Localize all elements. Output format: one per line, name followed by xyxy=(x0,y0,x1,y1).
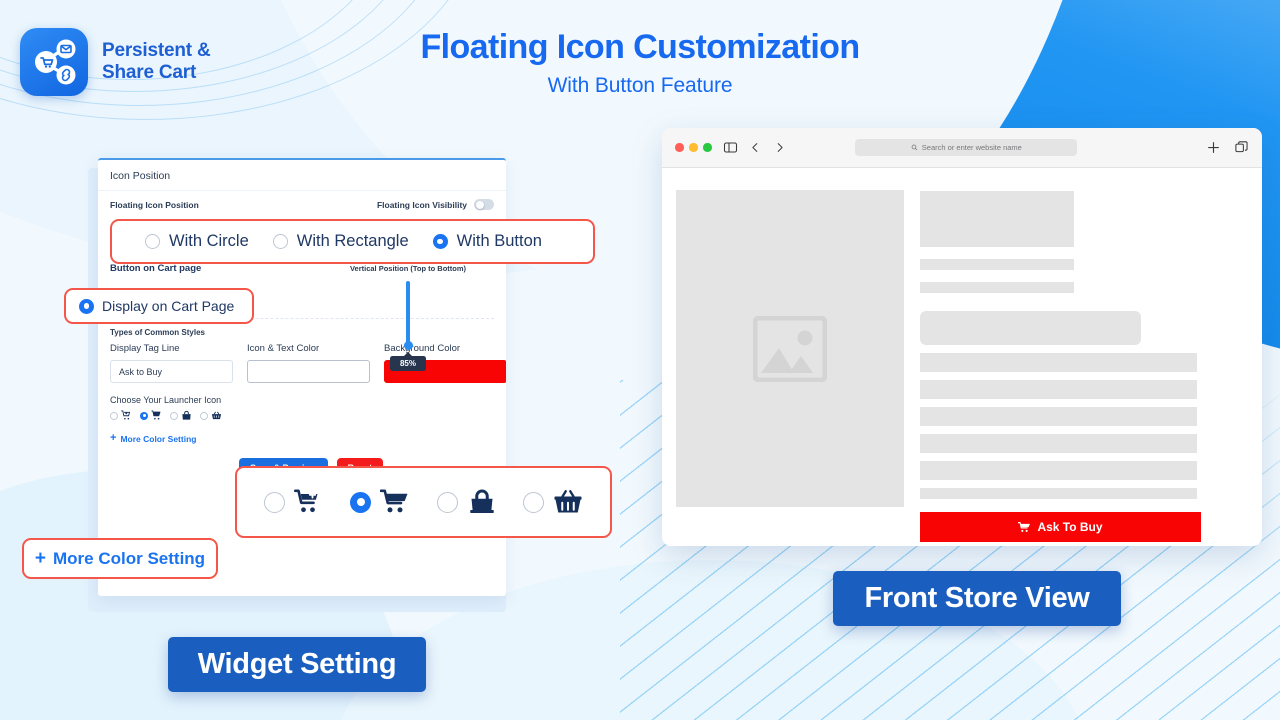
back-arrow-icon[interactable] xyxy=(749,141,762,154)
shopping-basket-icon xyxy=(554,490,582,513)
product-detail-placeholders: Ask To Buy xyxy=(920,190,1242,542)
more-color-setting-highlight[interactable]: + More Color Setting xyxy=(22,538,218,579)
ask-to-buy-button[interactable]: Ask To Buy xyxy=(920,512,1201,542)
option-with-rectangle[interactable]: With Rectangle xyxy=(272,232,409,251)
radio-launcher-bag[interactable] xyxy=(436,491,458,513)
product-image-placeholder xyxy=(676,190,904,507)
shopping-bag-icon xyxy=(182,410,191,420)
ask-to-buy-label: Ask To Buy xyxy=(1037,520,1103,534)
window-traffic-lights xyxy=(675,143,712,152)
store-page-content: Ask To Buy xyxy=(662,168,1262,542)
maximize-window-button[interactable] xyxy=(703,143,712,152)
front-store-view-callout: Front Store View xyxy=(833,571,1121,626)
vertical-position-slider[interactable]: Vertical Position (Top to Bottom) 85% xyxy=(313,264,503,371)
tab-overview-icon[interactable] xyxy=(1234,140,1249,155)
radio-cart-plus[interactable] xyxy=(110,411,118,420)
address-bar-placeholder: Search or enter website name xyxy=(921,143,1022,152)
option-with-circle[interactable]: With Circle xyxy=(145,232,249,251)
radio-with-rectangle[interactable] xyxy=(272,234,288,249)
plus-icon: + xyxy=(110,432,117,444)
product-description-placeholder xyxy=(920,488,1197,499)
front-store-browser-mockup: Search or enter website name Ask To Buy xyxy=(662,128,1262,546)
radio-launcher-cart-plus[interactable] xyxy=(264,491,286,513)
radio-launcher-cart[interactable] xyxy=(350,491,372,513)
product-meta-placeholder xyxy=(920,282,1074,293)
position-header-row: Floating Icon Position Floating Icon Vis… xyxy=(98,191,506,214)
radio-display-on-cart-page[interactable] xyxy=(79,298,94,314)
section-title: Icon Position xyxy=(98,160,506,191)
floating-icon-position-label: Floating Icon Position xyxy=(110,199,199,210)
new-tab-plus-icon[interactable] xyxy=(1206,140,1221,155)
product-description-placeholder xyxy=(920,380,1197,399)
more-color-setting-label: More Color Setting xyxy=(53,548,206,568)
display-on-cart-page-highlight[interactable]: Display on Cart Page xyxy=(64,288,254,324)
image-placeholder-icon xyxy=(753,315,827,382)
product-meta-placeholder xyxy=(920,259,1074,270)
option-with-button[interactable]: With Button xyxy=(432,232,542,251)
shopping-cart-icon xyxy=(1018,521,1031,532)
launcher-choice-basket[interactable] xyxy=(522,487,583,517)
label-with-circle: With Circle xyxy=(169,232,249,250)
more-color-setting-link-inline[interactable]: + More Color Setting xyxy=(98,421,506,444)
product-description-placeholder xyxy=(920,407,1197,426)
shopping-basket-icon xyxy=(211,411,222,420)
visibility-label: Floating Icon Visibility xyxy=(376,199,467,210)
product-description-placeholder xyxy=(920,353,1197,372)
sidebar-toggle-icon[interactable] xyxy=(723,140,738,155)
radio-shopping-basket[interactable] xyxy=(200,411,208,420)
launcher-icons-highlight xyxy=(235,466,612,538)
slider-handle[interactable] xyxy=(403,341,413,350)
slider-value-tooltip: 85% xyxy=(390,352,426,371)
launcher-option-bag[interactable] xyxy=(170,410,192,421)
product-description-placeholder xyxy=(920,461,1197,480)
slider-track[interactable] xyxy=(406,281,410,345)
display-tag-line-field: Display Tag Line Ask to Buy xyxy=(110,343,233,383)
radio-shopping-cart[interactable] xyxy=(140,411,148,420)
more-color-setting-text: More Color Setting xyxy=(120,433,197,444)
launcher-choice-bag[interactable] xyxy=(436,487,497,517)
cart-plus-icon xyxy=(121,410,131,420)
launcher-icon-row xyxy=(98,410,506,421)
forward-arrow-icon[interactable] xyxy=(773,141,786,154)
product-title-placeholder xyxy=(920,191,1074,247)
launcher-option-cart[interactable] xyxy=(140,410,162,421)
title-block: Floating Icon Customization With Button … xyxy=(0,28,1280,98)
widget-setting-callout: Widget Setting xyxy=(168,637,426,692)
icon-shape-options-highlight: With Circle With Rectangle With Button xyxy=(110,219,595,264)
product-description-placeholder xyxy=(920,434,1197,453)
radio-shopping-bag[interactable] xyxy=(170,411,178,420)
radio-with-circle[interactable] xyxy=(145,234,160,249)
minimize-window-button[interactable] xyxy=(689,143,698,152)
floating-icon-visibility-toggle[interactable] xyxy=(474,199,494,210)
label-display-on-cart-page: Display on Cart Page xyxy=(102,298,235,314)
page-subtitle: With Button Feature xyxy=(547,74,733,97)
shopping-bag-icon xyxy=(469,489,494,513)
plus-icon: + xyxy=(34,548,47,569)
visibility-control[interactable]: Floating Icon Visibility xyxy=(377,199,494,210)
browser-toolbar: Search or enter website name xyxy=(662,128,1262,168)
launcher-icon-label: Choose Your Launcher Icon xyxy=(110,395,222,405)
label-with-button: With Button xyxy=(456,232,542,250)
launcher-option-cart-plus[interactable] xyxy=(110,410,132,421)
slider-caption: Vertical Position (Top to Bottom) xyxy=(349,264,467,273)
address-bar[interactable]: Search or enter website name xyxy=(855,139,1078,156)
launcher-choice-cart[interactable] xyxy=(350,487,410,517)
shopping-cart-icon xyxy=(380,489,408,513)
shopping-cart-icon xyxy=(151,410,161,420)
launcher-choice-cart-plus[interactable] xyxy=(264,487,324,517)
close-window-button[interactable] xyxy=(675,143,684,152)
page-header: Persistent & Share Cart Floating Icon Cu… xyxy=(0,0,1280,125)
launcher-option-basket[interactable] xyxy=(200,410,222,421)
product-option-placeholder xyxy=(920,311,1141,345)
search-icon xyxy=(911,144,918,151)
radio-launcher-basket[interactable] xyxy=(522,491,544,513)
page-title: Floating Icon Customization xyxy=(420,28,861,66)
label-with-rectangle: With Rectangle xyxy=(296,232,409,250)
display-tag-line-label: Display Tag Line xyxy=(110,343,180,354)
cart-plus-icon xyxy=(294,489,318,513)
radio-with-button[interactable] xyxy=(432,234,448,249)
browser-right-controls xyxy=(1206,140,1249,155)
display-tag-line-input[interactable]: Ask to Buy xyxy=(110,360,233,383)
